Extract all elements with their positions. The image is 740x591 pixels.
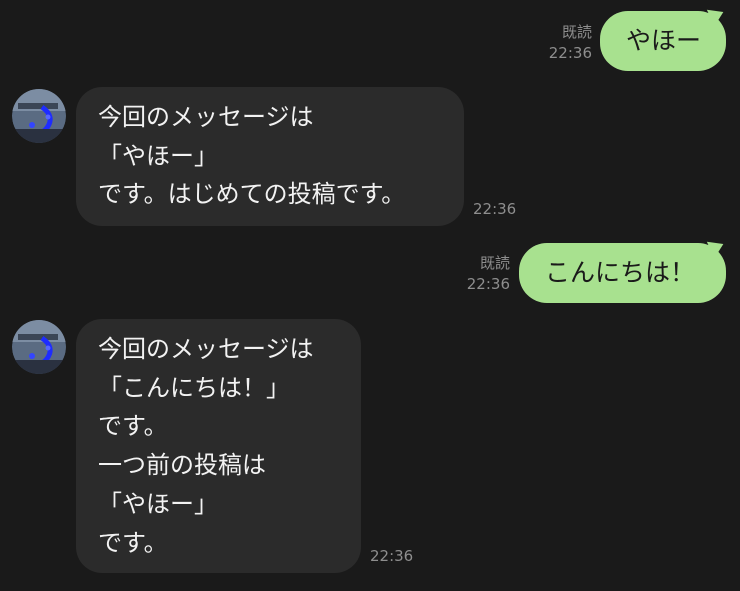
message-time: 22:36 — [466, 275, 510, 293]
profile-avatar-icon — [12, 89, 66, 143]
incoming-message-bubble[interactable]: 今回のメッセージは 「やほー」 です。はじめての投稿です。 — [76, 87, 464, 226]
incoming-message-bubble[interactable]: 今回のメッセージは 「こんにちは！」 です。 一つ前の投稿は 「やほー」 です。 — [76, 319, 361, 573]
message-time: 22:36 — [370, 547, 414, 565]
message-time: 22:36 — [473, 200, 517, 218]
outgoing-message-bubble[interactable]: こんにちは！ — [519, 243, 726, 303]
read-receipt: 既読 — [561, 23, 592, 41]
profile-avatar-icon — [12, 320, 66, 374]
avatar[interactable] — [12, 89, 66, 143]
message-meta: 既読 22:36 — [530, 22, 592, 64]
read-receipt: 既読 — [479, 254, 510, 272]
chat-view: 既読 22:36 やほー 今回のメッセージは 「やほー」 です。はじめての投稿で… — [0, 0, 740, 591]
message-time: 22:36 — [548, 44, 592, 62]
message-meta: 既読 22:36 — [448, 253, 510, 295]
avatar[interactable] — [12, 320, 66, 374]
outgoing-message-bubble[interactable]: やほー — [600, 11, 726, 71]
